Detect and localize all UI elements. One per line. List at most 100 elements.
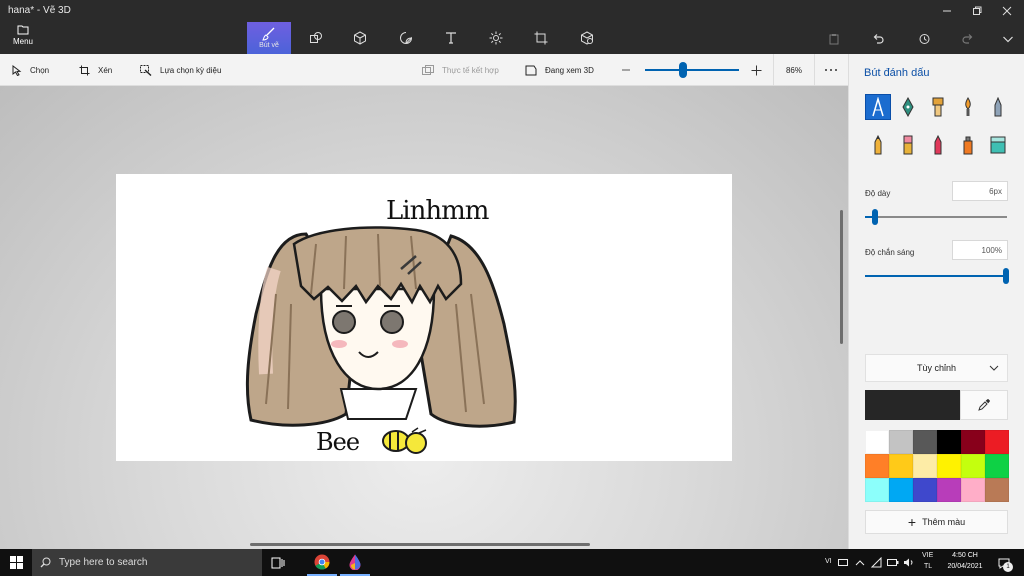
- chevron-up-icon[interactable]: [855, 558, 865, 568]
- pixel-pen-icon: [994, 97, 1002, 117]
- color-swatch[interactable]: [889, 478, 913, 502]
- network-icon[interactable]: [871, 557, 882, 568]
- tray-language[interactable]: VI: [825, 558, 832, 565]
- plus-icon: +: [907, 514, 917, 530]
- opacity-label: Độ chắn sáng: [865, 248, 915, 257]
- color-palette: [865, 430, 1009, 502]
- color-swatch[interactable]: [961, 430, 985, 454]
- fill-bucket-brush[interactable]: [985, 132, 1011, 158]
- canvas-text-bee: Bee: [316, 428, 360, 456]
- input-language-code[interactable]: VIE: [922, 552, 933, 559]
- horizontal-scrollbar[interactable]: [250, 543, 590, 546]
- select-button[interactable]: Chọn: [12, 54, 49, 86]
- current-color-swatch[interactable]: [865, 390, 960, 420]
- color-swatch[interactable]: [937, 478, 961, 502]
- cursor-icon: [12, 64, 22, 76]
- color-swatch[interactable]: [865, 430, 889, 454]
- close-button[interactable]: [992, 2, 1022, 20]
- color-swatch[interactable]: [913, 478, 937, 502]
- pixel-pen-brush[interactable]: [985, 94, 1011, 120]
- clock-date[interactable]: 20/04/2021: [944, 563, 986, 570]
- color-swatch[interactable]: [985, 454, 1009, 478]
- undo-icon: [873, 34, 884, 44]
- tab-effects[interactable]: [474, 22, 518, 54]
- tab-stickers[interactable]: [384, 22, 428, 54]
- crop-label: Xén: [98, 65, 113, 75]
- maximize-button[interactable]: [962, 2, 992, 20]
- sticker-icon: [400, 32, 413, 44]
- tab-brushes[interactable]: Bút vẽ: [247, 22, 291, 54]
- zoom-slider-track[interactable]: [645, 69, 739, 71]
- color-swatch[interactable]: [961, 478, 985, 502]
- menu-button[interactable]: Menu: [6, 24, 40, 52]
- marker-brush[interactable]: [865, 94, 891, 120]
- color-swatch[interactable]: [937, 454, 961, 478]
- marker-icon: [872, 97, 884, 117]
- paste-button[interactable]: [822, 28, 846, 50]
- add-color-button[interactable]: + Thêm màu: [865, 510, 1008, 534]
- opacity-input[interactable]: 100%: [952, 240, 1008, 260]
- start-button[interactable]: [0, 549, 32, 576]
- history-button[interactable]: [912, 28, 936, 50]
- color-swatch[interactable]: [913, 454, 937, 478]
- tab-canvas[interactable]: [519, 22, 563, 54]
- zoom-slider-thumb[interactable]: [678, 62, 687, 78]
- color-swatch[interactable]: [937, 430, 961, 454]
- tab-2d-shapes[interactable]: [294, 22, 338, 54]
- input-method[interactable]: TL: [924, 563, 932, 570]
- color-swatch[interactable]: [889, 454, 913, 478]
- taskbar-search[interactable]: Type here to search: [32, 549, 262, 576]
- oil-brush-icon: [932, 97, 944, 117]
- expand-ribbon-button[interactable]: [996, 28, 1020, 50]
- watercolor-brush[interactable]: [955, 94, 981, 120]
- opacity-slider-thumb[interactable]: [1003, 268, 1009, 284]
- undo-button[interactable]: [866, 28, 890, 50]
- spray-can-brush[interactable]: [955, 132, 981, 158]
- zoom-in-button[interactable]: [751, 54, 770, 86]
- brush-icon: [262, 27, 275, 41]
- magic-select-button[interactable]: Lựa chọn kỳ diệu: [140, 54, 221, 86]
- menu-label: Menu: [12, 37, 33, 46]
- redo-button[interactable]: [956, 28, 980, 50]
- tab-3d-library[interactable]: [565, 22, 609, 54]
- panel-title: Bút đánh dấu: [864, 67, 930, 79]
- oil-brush[interactable]: [925, 94, 951, 120]
- color-swatch[interactable]: [985, 430, 1009, 454]
- color-mode-dropdown[interactable]: Tùy chỉnh: [865, 354, 1008, 382]
- color-swatch[interactable]: [865, 454, 889, 478]
- pencil-brush[interactable]: [865, 132, 891, 158]
- vertical-scrollbar[interactable]: [840, 210, 843, 344]
- thickness-slider-thumb[interactable]: [872, 209, 878, 225]
- color-swatch[interactable]: [961, 454, 985, 478]
- zoom-out-button[interactable]: [621, 54, 639, 86]
- drawing-canvas[interactable]: Linhmm Bee: [116, 174, 732, 461]
- mixed-reality-icon: [422, 64, 434, 75]
- clock-time[interactable]: 4:50 CH: [946, 552, 984, 559]
- eyedropper-button[interactable]: [960, 390, 1008, 420]
- eraser-brush[interactable]: [895, 132, 921, 158]
- task-view-button[interactable]: [263, 549, 293, 576]
- paint-3d-taskbar-button[interactable]: [340, 549, 370, 576]
- minimize-button[interactable]: [932, 2, 962, 20]
- opacity-slider-fill[interactable]: [865, 275, 1007, 277]
- tab-3d-shapes[interactable]: [338, 22, 382, 54]
- crop-button[interactable]: Xén: [79, 54, 112, 86]
- color-swatch[interactable]: [985, 478, 1009, 502]
- crayon-brush[interactable]: [925, 132, 951, 158]
- tab-text[interactable]: [429, 22, 473, 54]
- chrome-taskbar-button[interactable]: [307, 549, 337, 576]
- thickness-input[interactable]: 6px: [952, 181, 1008, 201]
- mixed-reality-label: Thực tế kết hợp: [442, 65, 499, 75]
- color-swatch[interactable]: [865, 478, 889, 502]
- more-options-button[interactable]: [824, 54, 846, 86]
- color-swatch[interactable]: [889, 430, 913, 454]
- thickness-slider-track[interactable]: [865, 216, 1007, 218]
- battery-icon[interactable]: [887, 558, 899, 567]
- volume-icon[interactable]: [903, 557, 915, 568]
- color-swatch[interactable]: [913, 430, 937, 454]
- mixed-reality-button[interactable]: Thực tế kết hợp: [422, 54, 499, 86]
- zoom-value[interactable]: 86%: [773, 54, 815, 86]
- view-3d-button[interactable]: Đang xem 3D: [525, 54, 594, 86]
- keyboard-icon[interactable]: [838, 558, 848, 567]
- calligraphy-pen-brush[interactable]: [895, 94, 921, 120]
